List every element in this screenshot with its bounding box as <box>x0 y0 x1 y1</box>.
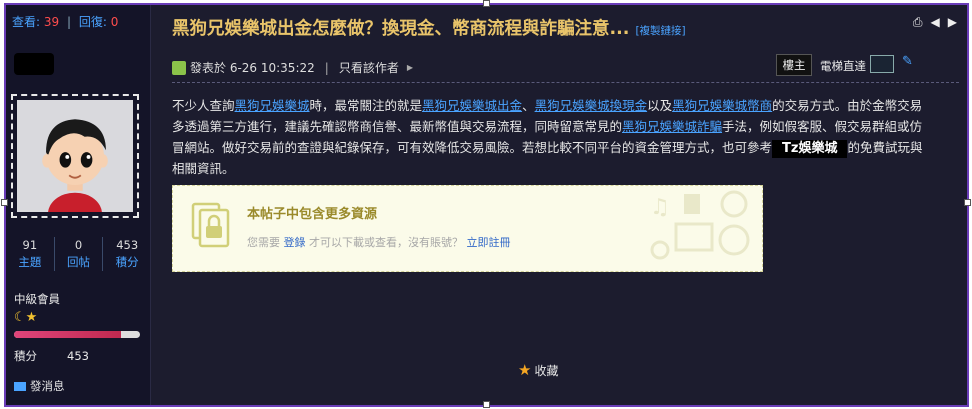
topics-value: 91 <box>22 238 38 252</box>
replies-value: 0 <box>74 238 83 252</box>
locked-after-text: 才可以下載或查看，沒有賬號？ <box>309 236 463 249</box>
copy-link[interactable]: [複製鏈接] <box>635 23 685 38</box>
replies-count: 0 <box>110 15 119 29</box>
body-text: 以及 <box>647 98 673 113</box>
locked-title: 本帖子中包含更多資源 <box>247 207 378 222</box>
divider <box>172 82 959 83</box>
medal-icons: ☾★ <box>14 310 37 325</box>
media-decoration-icon: ♫ <box>650 190 750 260</box>
star-icon: ★ <box>25 310 38 325</box>
star-icon: ★ <box>518 361 532 379</box>
online-user-icon <box>172 60 186 75</box>
svg-text:♫: ♫ <box>650 195 670 220</box>
only-author-link[interactable]: 只看該作者 <box>339 59 399 76</box>
post-time: 發表於 6-26 10:35:22 <box>190 61 315 75</box>
member-level[interactable]: 中級會員 <box>14 291 60 307</box>
points-label[interactable]: 積分 <box>103 254 151 271</box>
favorite-label[interactable]: 收藏 <box>534 362 558 379</box>
post-meta: 發表於 6-26 10:35:22 | 只看該作者 ▶ <box>172 59 413 76</box>
score-label: 積分 <box>14 349 37 363</box>
meta-separator: | <box>324 60 329 75</box>
mail-icon <box>14 381 26 391</box>
resize-handle[interactable] <box>1 199 8 206</box>
post-body: 不少人查詢黑狗兄娛樂城時，最常關注的就是黑狗兄娛樂城出金、黑狗兄娛樂城換現金以及… <box>172 95 924 179</box>
wrench-icon[interactable]: ✎ <box>902 54 913 69</box>
post-frame: 查看: 39 | 回復: 0 91 主題 0 回帖 453 積分 中級會員 ☾★… <box>4 3 969 407</box>
triangle-right-icon: ▶ <box>406 63 413 72</box>
locked-resource-box: 本帖子中包含更多資源 您需要 登錄 才可以下載或查看，沒有賬號？ 立即註冊 ♫ <box>172 185 763 272</box>
topics-label[interactable]: 主題 <box>6 254 54 271</box>
resize-handle[interactable] <box>964 199 971 206</box>
count-points[interactable]: 453 積分 <box>102 237 151 271</box>
body-link-dealer[interactable]: 黑狗兄娛樂城幣商 <box>672 98 772 113</box>
favorite-button[interactable]: ★ 收藏 <box>518 361 558 379</box>
score-row: 積分 453 <box>14 348 89 364</box>
send-message-link[interactable]: 發消息 <box>14 378 65 394</box>
brand-badge: Tz娛樂城 <box>772 140 848 158</box>
post-main: 黑狗兄娛樂城出金怎麼做？換現金、幣商流程與詐騙注意... [複製鏈接] ⎙ ◀ … <box>154 5 967 405</box>
locked-need-text: 您需要 <box>247 236 280 249</box>
avatar[interactable] <box>11 94 139 218</box>
print-icon[interactable]: ⎙ <box>913 15 923 30</box>
points-value: 453 <box>116 238 139 252</box>
title-row: 黑狗兄娛樂城出金怎麼做？換現金、幣商流程與詐騙注意... [複製鏈接] <box>172 15 686 40</box>
views-count: 39 <box>43 15 60 29</box>
thread-stats: 查看: 39 | 回復: 0 <box>12 13 118 30</box>
avatar-image[interactable] <box>17 100 133 212</box>
login-link[interactable]: 登錄 <box>284 236 306 249</box>
locked-files-icon <box>191 202 230 248</box>
body-text: 、 <box>522 98 535 113</box>
author-sidebar: 查看: 39 | 回復: 0 91 主題 0 回帖 453 積分 中級會員 ☾★… <box>6 5 151 405</box>
score-value: 453 <box>67 349 89 363</box>
replies-label: 回復: <box>78 15 107 29</box>
resize-handle[interactable] <box>483 401 490 408</box>
body-link-withdraw[interactable]: 黑狗兄娛樂城出金 <box>422 98 522 113</box>
next-arrow-icon[interactable]: ▶ <box>948 15 957 30</box>
count-replies[interactable]: 0 回帖 <box>53 237 103 271</box>
body-link-brand[interactable]: 黑狗兄娛樂城 <box>235 98 310 113</box>
prev-arrow-icon[interactable]: ◀ <box>931 15 940 30</box>
jump-label: 電梯直達 <box>820 59 866 73</box>
level-progress-fill <box>14 331 122 338</box>
stats-separator: | <box>66 15 72 29</box>
views-label: 查看: <box>12 15 41 29</box>
jump-floor-input[interactable] <box>870 55 894 73</box>
body-link-scam[interactable]: 黑狗兄娛樂城詐騙 <box>622 119 722 134</box>
post-title: 黑狗兄娛樂城出金怎麼做？換現金、幣商流程與詐騙注意... <box>172 19 630 39</box>
body-text: 時，最常關注的就是 <box>309 98 423 113</box>
author-counts: 91 主題 0 回帖 453 積分 <box>6 237 151 271</box>
floor-badge: 樓主 <box>776 54 812 76</box>
resize-handle[interactable] <box>483 0 490 7</box>
level-progress-bar <box>14 331 140 338</box>
moon-icon: ☾ <box>14 310 26 325</box>
body-link-cash[interactable]: 黑狗兄娛樂城換現金 <box>535 98 648 113</box>
register-link[interactable]: 立即註冊 <box>467 236 511 249</box>
count-topics[interactable]: 91 主題 <box>6 237 54 271</box>
replies-label-link[interactable]: 回帖 <box>55 254 103 271</box>
top-icons: ⎙ ◀ ▶ <box>913 15 957 30</box>
body-text: 不少人查詢 <box>172 98 235 113</box>
locked-text: 您需要 登錄 才可以下載或查看，沒有賬號？ 立即註冊 <box>247 234 511 250</box>
redacted-username[interactable] <box>14 53 54 75</box>
send-message-label[interactable]: 發消息 <box>30 378 65 394</box>
